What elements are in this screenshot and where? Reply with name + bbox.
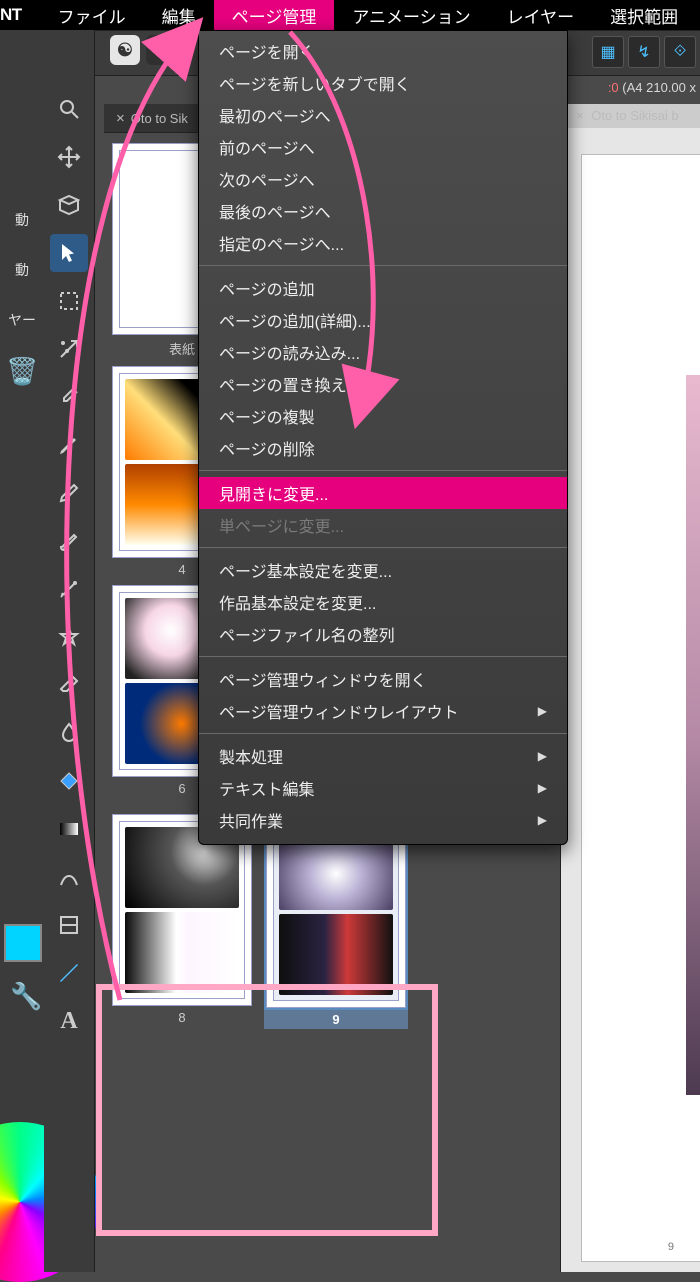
submenu-arrow-icon: ▶	[538, 781, 547, 795]
marquee-icon[interactable]	[50, 282, 88, 320]
document-size-info: :0 (A4 210.00 x	[608, 80, 696, 95]
nav-icon[interactable]: ↯	[628, 36, 660, 68]
menu-layer[interactable]: レイヤー	[489, 0, 593, 30]
menu-prev-page[interactable]: 前のページへ	[199, 131, 567, 163]
perspective-icon[interactable]	[50, 186, 88, 224]
submenu-arrow-icon: ▶	[538, 749, 547, 763]
wand-icon[interactable]	[50, 330, 88, 368]
page-thumb-8[interactable]: 8	[112, 814, 252, 1029]
menu-open-page[interactable]: ページを開く	[199, 35, 567, 67]
text-icon[interactable]: A	[50, 1002, 88, 1040]
menu-first-page[interactable]: 最初のページへ	[199, 99, 567, 131]
eyedropper-icon[interactable]	[50, 378, 88, 416]
brush-icon[interactable]	[50, 522, 88, 560]
second-document-tab[interactable]: × Oto to Sikisai b	[576, 108, 679, 123]
menu-add-page-detailed[interactable]: ページの追加(詳細)...	[199, 304, 567, 336]
gradient-icon[interactable]	[50, 810, 88, 848]
menu-text-edit[interactable]: テキスト編集 ▶	[199, 772, 567, 804]
submenu-arrow-icon: ▶	[538, 704, 547, 718]
page-art-edge	[686, 375, 700, 1095]
menu-edit[interactable]: 編集	[144, 0, 214, 30]
menu-add-page[interactable]: ページの追加	[199, 272, 567, 304]
right-toolbar: ▦ ↯ ⟐	[592, 36, 696, 68]
material-icon[interactable]: ☯	[110, 35, 140, 65]
menu-duplicate-page[interactable]: ページの複製	[199, 400, 567, 432]
menu-next-page[interactable]: 次のページへ	[199, 163, 567, 195]
color-swatch[interactable]	[4, 924, 42, 962]
menu-separator	[199, 265, 567, 266]
close-icon[interactable]: ×	[576, 108, 584, 123]
page-spread: 8 9	[112, 814, 416, 1029]
pen-icon[interactable]	[50, 426, 88, 464]
menu-separator	[199, 733, 567, 734]
menu-delete-page[interactable]: ページの削除	[199, 432, 567, 464]
ruler-icon[interactable]	[50, 954, 88, 992]
canvas-page-number: 9	[668, 1241, 674, 1253]
grid-icon[interactable]: ▦	[592, 36, 624, 68]
pencil-icon[interactable]	[50, 474, 88, 512]
menu-file[interactable]: ファイル	[40, 0, 144, 30]
menu-separator	[199, 547, 567, 548]
quick-icon[interactable]: ⟐	[664, 36, 696, 68]
eraser-icon[interactable]	[50, 666, 88, 704]
menu-sort-filenames[interactable]: ページファイル名の整列	[199, 618, 567, 650]
select-arrow-icon[interactable]	[50, 234, 88, 272]
side-label-auto1: 動	[0, 210, 44, 230]
menubar: NT ファイル 編集 ページ管理 アニメーション レイヤー 選択範囲 表示	[0, 0, 700, 30]
menu-work-settings[interactable]: 作品基本設定を変更...	[199, 586, 567, 618]
side-label-layer: ヤー	[0, 310, 44, 330]
menu-change-to-spread[interactable]: 見開きに変更...	[199, 477, 567, 509]
airbrush-icon[interactable]	[50, 570, 88, 608]
menu-page-window-layout[interactable]: ページ管理ウィンドウレイアウト ▶	[199, 695, 567, 727]
menu-collaboration[interactable]: 共同作業 ▶	[199, 804, 567, 836]
page-label: 8	[112, 1010, 252, 1025]
menu-goto-page[interactable]: 指定のページへ...	[199, 227, 567, 259]
tab-title: Oto to Sik	[131, 111, 188, 126]
frame-tool-icon[interactable]	[50, 906, 88, 944]
assistant-icon[interactable]: ⦾	[146, 35, 176, 65]
app-name: NT	[0, 0, 40, 30]
page-label: 9	[266, 1012, 406, 1027]
page-management-menu: ページを開く ページを新しいタブで開く 最初のページへ 前のページへ 次のページ…	[198, 30, 568, 845]
page-thumb-9[interactable]: 9	[264, 814, 408, 1029]
move-icon[interactable]	[50, 138, 88, 176]
menu-open-new-tab[interactable]: ページを新しいタブで開く	[199, 67, 567, 99]
menu-animation[interactable]: アニメーション	[334, 0, 488, 30]
menu-separator	[199, 470, 567, 471]
menu-selection[interactable]: 選択範囲	[592, 0, 696, 30]
canvas-area[interactable]: 9	[560, 104, 700, 1272]
menu-replace-page[interactable]: ページの置き換え...	[199, 368, 567, 400]
figure-tool-icon[interactable]	[50, 858, 88, 896]
wrench-icon[interactable]: 🔧	[10, 981, 42, 1012]
tool-palette: A	[44, 30, 95, 1272]
fill-icon[interactable]	[50, 762, 88, 800]
menu-binding[interactable]: 製本処理 ▶	[199, 740, 567, 772]
menu-open-page-window[interactable]: ページ管理ウィンドウを開く	[199, 663, 567, 695]
zoom-icon[interactable]	[50, 90, 88, 128]
toolbar-buttons: ☯ ⦾	[110, 35, 176, 65]
side-label-auto2: 動	[0, 260, 44, 280]
menu-last-page[interactable]: 最後のページへ	[199, 195, 567, 227]
blend-icon[interactable]	[50, 714, 88, 752]
bucket-icon[interactable]: 🗑️	[6, 356, 38, 387]
decoration-icon[interactable]	[50, 618, 88, 656]
left-sidebar: 動 動 🗑️ ヤー 🔧	[0, 30, 45, 1272]
menu-separator	[199, 656, 567, 657]
close-icon[interactable]: ×	[116, 110, 125, 127]
submenu-arrow-icon: ▶	[538, 813, 547, 827]
menu-change-to-single: 単ページに変更...	[199, 509, 567, 541]
menu-page-settings[interactable]: ページ基本設定を変更...	[199, 554, 567, 586]
menu-import-page[interactable]: ページの読み込み...	[199, 336, 567, 368]
canvas-paper[interactable]: 9	[581, 154, 700, 1262]
menu-page-management[interactable]: ページ管理	[214, 0, 335, 30]
menu-view[interactable]: 表示	[696, 0, 700, 30]
